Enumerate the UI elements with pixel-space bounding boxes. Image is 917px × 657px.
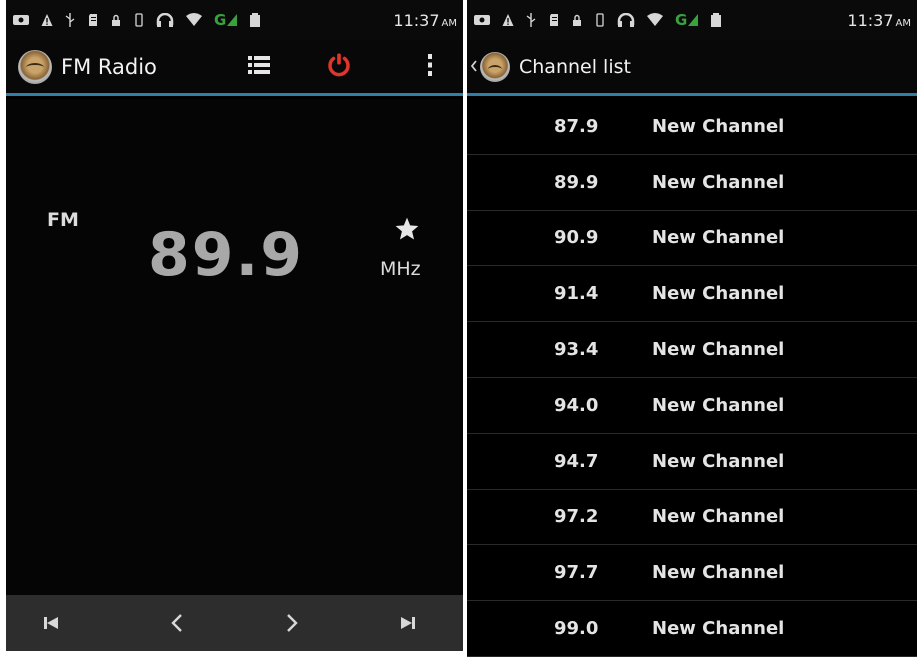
sd-card-icon <box>548 13 560 27</box>
skip-previous-icon <box>44 616 58 630</box>
wifi-icon <box>646 13 664 27</box>
status-bar: G 11:37 AM <box>467 0 917 40</box>
channel-row[interactable]: 99.0 New Channel <box>467 601 917 657</box>
frequency-value: 89.9 <box>148 220 305 290</box>
skip-next-button[interactable] <box>378 595 438 651</box>
fm-radio-screen: G 11:37 AM FM Radio FM 89.9 MHz <box>6 0 463 651</box>
seek-forward-button[interactable] <box>262 595 322 651</box>
channel-name: New Channel <box>652 618 785 640</box>
usb-icon <box>64 13 76 27</box>
notification-icon <box>12 13 30 27</box>
frequency-display <box>6 99 463 595</box>
headphones-icon <box>156 13 174 27</box>
signal-icon <box>226 13 238 27</box>
action-bar: Channel list <box>467 40 917 96</box>
radio-dial-icon <box>480 51 510 82</box>
channel-frequency: 97.7 <box>554 562 599 584</box>
usb-icon <box>525 13 537 27</box>
lock-icon <box>571 13 583 27</box>
clock: 11:37 AM <box>393 11 457 30</box>
channel-frequency: 97.2 <box>554 506 599 528</box>
channel-name: New Channel <box>652 450 785 472</box>
seek-forward-icon <box>286 614 298 632</box>
clock-ampm: AM <box>895 17 911 29</box>
channel-row[interactable]: 94.0 New Channel <box>467 378 917 434</box>
page-title: FM Radio <box>61 54 157 79</box>
channel-frequency: 87.9 <box>554 115 599 137</box>
warning-icon <box>502 13 514 27</box>
skip-next-icon <box>401 616 415 630</box>
overflow-menu-button[interactable] <box>410 40 450 93</box>
battery-icon <box>710 13 722 27</box>
band-label: FM <box>47 209 79 231</box>
channel-name: New Channel <box>652 394 785 416</box>
channel-list-screen: G 11:37 AM Channel list 87.9 New Channel 89… <box>467 0 917 657</box>
network-type: G <box>214 11 226 29</box>
page-title: Channel list <box>519 55 631 78</box>
channel-frequency: 99.0 <box>554 618 599 640</box>
channel-name: New Channel <box>652 283 785 305</box>
channel-name: New Channel <box>652 115 785 137</box>
channel-name: New Channel <box>652 339 785 361</box>
vibrate-icon <box>133 13 145 27</box>
network-type: G <box>675 11 687 29</box>
seek-back-button[interactable] <box>147 595 207 651</box>
warning-icon <box>41 13 53 27</box>
clock: 11:37 AM <box>847 11 911 30</box>
unit-label: MHz <box>380 258 421 280</box>
seek-back-icon <box>171 614 183 632</box>
back-button[interactable] <box>470 51 510 82</box>
radio-dial-icon[interactable] <box>18 49 52 84</box>
channel-row[interactable]: 97.7 New Channel <box>467 545 917 602</box>
channel-list: 87.9 New Channel 89.9 New Channel 90.9 New Ch… <box>467 99 917 657</box>
sd-card-icon <box>87 13 99 27</box>
channel-name: New Channel <box>652 171 785 193</box>
power-button[interactable] <box>314 40 364 93</box>
clock-time: 11:37 <box>393 10 440 30</box>
star-icon[interactable] <box>394 216 420 242</box>
headphones-icon <box>617 13 635 27</box>
channel-frequency: 91.4 <box>554 283 599 305</box>
lock-icon <box>110 13 122 27</box>
channel-frequency: 93.4 <box>554 339 599 361</box>
playback-controls <box>6 595 463 651</box>
notification-icon <box>473 13 491 27</box>
channel-row[interactable]: 93.4 New Channel <box>467 322 917 378</box>
channel-frequency: 94.7 <box>554 450 599 472</box>
channel-frequency: 94.0 <box>554 394 599 416</box>
clock-ampm: AM <box>441 17 457 29</box>
channel-list-button[interactable] <box>234 40 284 93</box>
channel-row[interactable]: 87.9 New Channel <box>467 99 917 155</box>
back-chevron-icon <box>470 57 478 76</box>
channel-name: New Channel <box>652 562 785 584</box>
channel-row[interactable]: 90.9 New Channel <box>467 211 917 267</box>
channel-row[interactable]: 91.4 New Channel <box>467 266 917 323</box>
power-icon <box>326 52 352 82</box>
wifi-icon <box>185 13 203 27</box>
overflow-menu-icon <box>426 53 434 81</box>
channel-frequency: 89.9 <box>554 171 599 193</box>
channel-name: New Channel <box>652 227 785 249</box>
channel-row[interactable]: 97.2 New Channel <box>467 490 917 546</box>
channel-name: New Channel <box>652 506 785 528</box>
battery-icon <box>249 13 261 27</box>
channel-row[interactable]: 94.7 New Channel <box>467 434 917 490</box>
channel-row[interactable]: 89.9 New Channel <box>467 155 917 211</box>
channel-frequency: 90.9 <box>554 227 599 249</box>
clock-time: 11:37 <box>847 10 894 30</box>
channel-list-icon <box>248 55 270 79</box>
vibrate-icon <box>594 13 606 27</box>
action-bar: FM Radio <box>6 40 463 96</box>
skip-previous-button[interactable] <box>21 595 81 651</box>
signal-icon <box>687 13 699 27</box>
status-bar: G 11:37 AM <box>6 0 463 40</box>
